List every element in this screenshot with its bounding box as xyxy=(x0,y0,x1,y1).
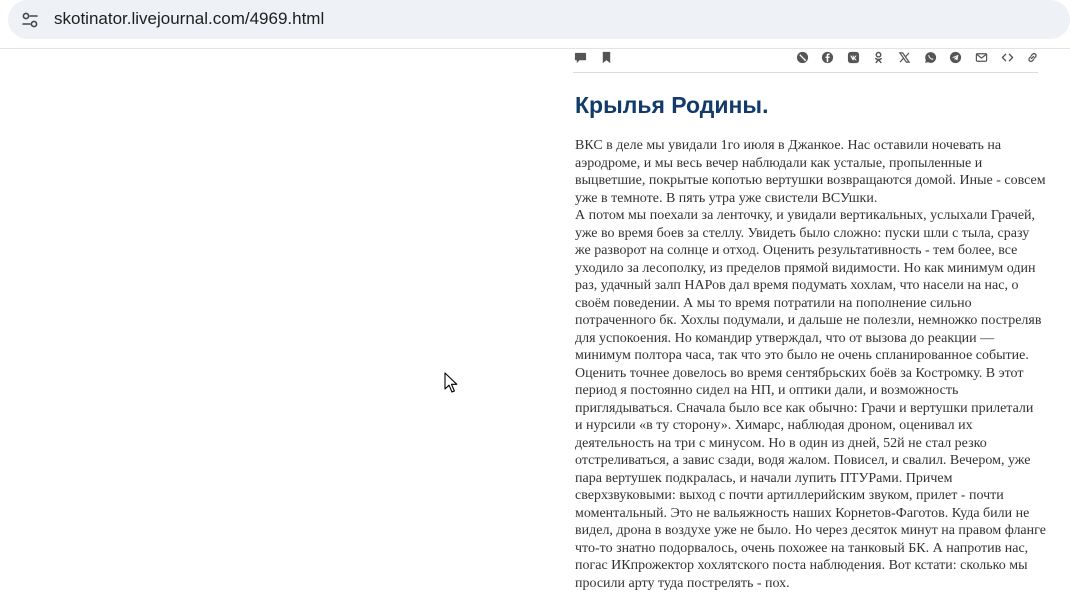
bookmark-icon[interactable] xyxy=(599,50,613,64)
paragraph-line: приглядываться. Сначала было все как обы… xyxy=(575,400,1034,416)
paragraph-line: период я постоянно сидел на НП, и оптики… xyxy=(575,383,959,398)
post-body: ВКС в деле мы увидали 1го июля в Джанкое… xyxy=(575,137,1046,592)
browser-address-bar: skotinator.livejournal.com/4969.html xyxy=(0,0,1070,49)
post-toolbar xyxy=(573,48,1038,73)
paragraph-line: просили арту туда пострелять - пох. xyxy=(575,575,790,591)
paragraph-line: А потом мы поехали за ленточку, и увидал… xyxy=(575,208,1036,223)
site-info-icon[interactable] xyxy=(20,10,40,30)
paragraph-line: потраченного бк. Хохлы подумали, и дальш… xyxy=(575,313,1042,328)
omnibox[interactable]: skotinator.livejournal.com/4969.html xyxy=(8,0,1070,39)
comment-icon[interactable] xyxy=(573,50,587,64)
paragraph-line: видел, дрона в воздухе уже не было. Но ч… xyxy=(575,523,1046,538)
paragraph-line: ВКС в деле мы увидали 1го июля в Джанкое… xyxy=(575,138,1002,153)
link-icon[interactable] xyxy=(1025,50,1039,64)
post-title: Крылья Родины. xyxy=(575,92,769,118)
paragraph-line: уже во время боев за стеллу. Увидеть был… xyxy=(575,225,1030,241)
whatsapp-icon[interactable] xyxy=(923,50,937,64)
paragraph-line: погас ИКпрожектор хохлятского поста набл… xyxy=(575,558,1028,573)
paragraph-line: минимум полтора часа, так что это было н… xyxy=(575,348,1029,363)
mouse-cursor-icon xyxy=(444,372,458,393)
paragraph-line: пара вертушек подкралась, и начали лупит… xyxy=(575,470,953,486)
paragraph-line: деятельность на три с минусом. Но в один… xyxy=(575,435,987,451)
paragraph-line: раз, удачный залп НАРов дал время подума… xyxy=(575,278,1019,293)
x-icon[interactable] xyxy=(897,50,911,64)
paragraph-line: отстреливаться, а завис сзади, водя жало… xyxy=(575,453,1031,468)
url-text[interactable]: skotinator.livejournal.com/4969.html xyxy=(54,9,324,29)
paragraph-line: же разворот на солнце и отход. Оценить р… xyxy=(575,243,1018,258)
vk-icon[interactable] xyxy=(846,50,860,64)
paragraph-line: Оценить точнее довелось во время сентябр… xyxy=(575,365,1024,381)
paragraph-line: своём поведении. А мы то время потратили… xyxy=(575,295,972,311)
paragraph-line: выцветшие, покрытые копотью вертушки воз… xyxy=(575,173,1046,188)
facebook-icon[interactable] xyxy=(820,50,834,64)
email-icon[interactable] xyxy=(974,50,988,64)
paragraph-line: для успокоения. Но командир утверждал, ч… xyxy=(575,330,995,346)
paragraph-line: и нурсили «в ту сторону». Химарс, наблюд… xyxy=(575,418,973,433)
livejournal-icon[interactable] xyxy=(795,50,809,64)
telegram-icon[interactable] xyxy=(948,50,962,64)
paragraph-line: уже в темноте. В пять утра уже свистели … xyxy=(575,190,878,206)
paragraph-line: уходило за лесополку, из пределов прямой… xyxy=(575,260,1036,276)
embed-icon[interactable] xyxy=(1000,50,1014,64)
paragraph-line: аэродроме, и мы весь вечер наблюдали как… xyxy=(575,155,983,171)
paragraph-line: что-то знатно подорвалось, очень похожее… xyxy=(575,540,1029,556)
odnoklassniki-icon[interactable] xyxy=(871,50,885,64)
paragraph-line: сверхзвуковыми: выход с почти артиллерий… xyxy=(575,488,1004,503)
paragraph-line: моментальный. Это не вальяжность наших К… xyxy=(575,505,1030,521)
